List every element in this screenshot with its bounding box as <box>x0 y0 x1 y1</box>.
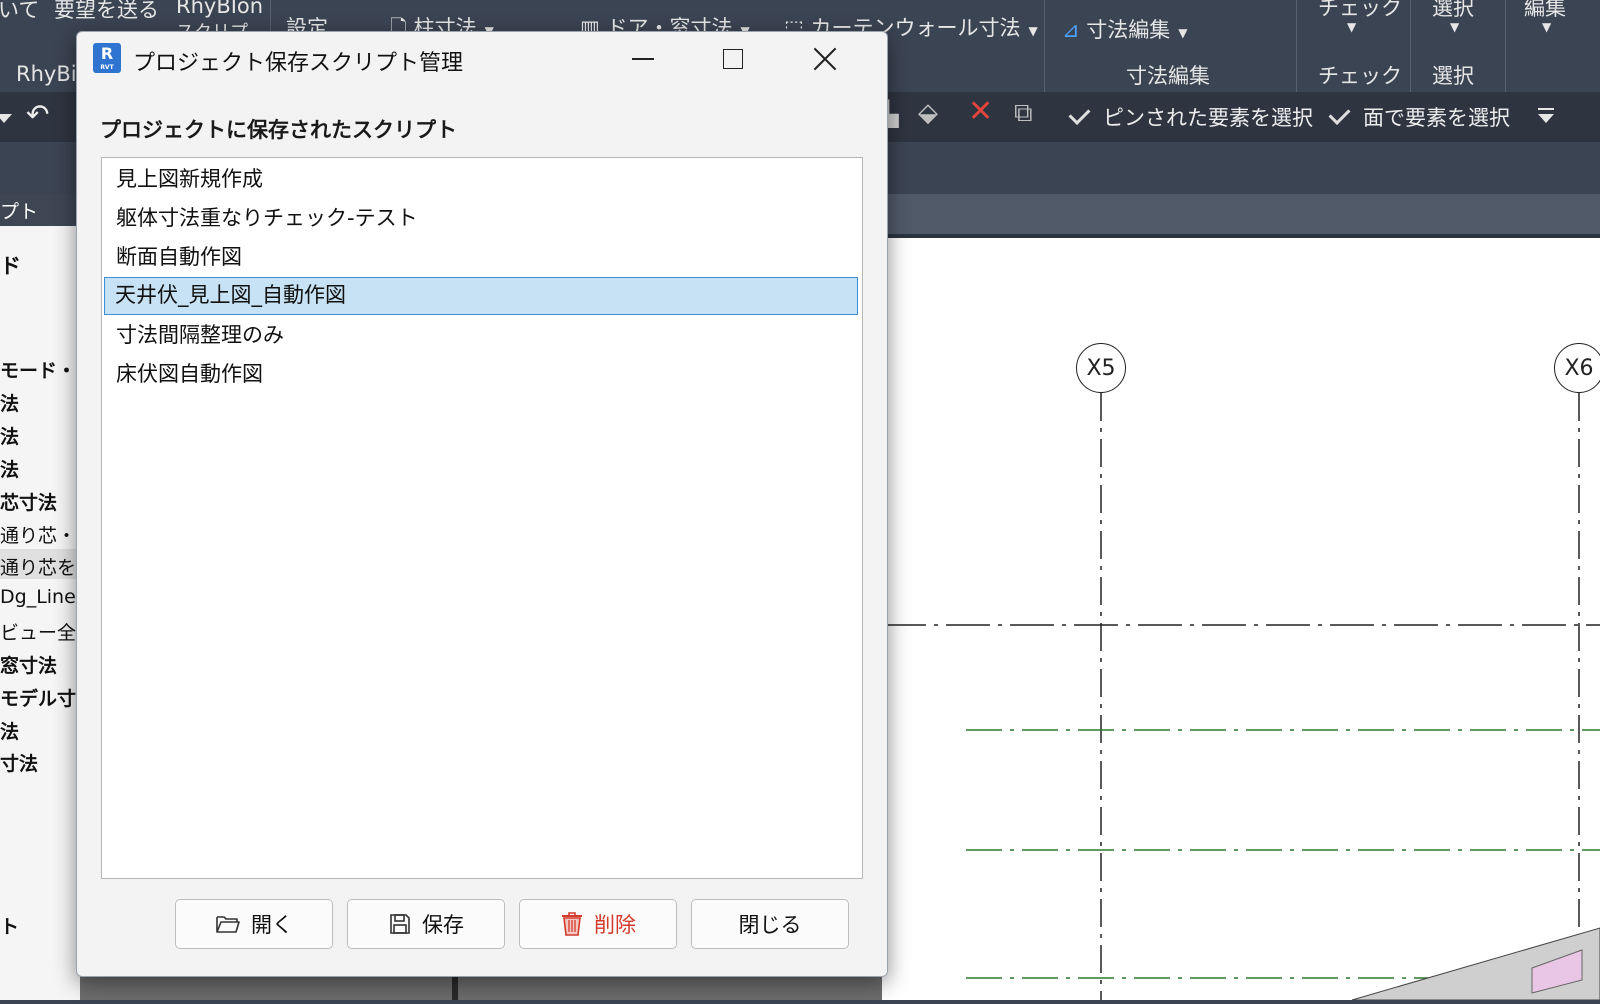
script-manager-dialog: R RVT プロジェクト保存スクリプト管理 プロジェクトに保存されたスクリプト 見… <box>76 31 888 977</box>
open-button[interactable]: 開く <box>175 899 333 949</box>
delete-x-icon[interactable]: ✕ <box>968 94 993 129</box>
grid-bubble-x6[interactable]: X6 <box>1554 343 1600 393</box>
trash-icon <box>560 911 584 937</box>
list-item[interactable]: 寸法間隔整理のみ <box>104 316 858 354</box>
edit-button[interactable]: 編集 <box>1524 0 1566 22</box>
panel-label-dim-edit: 寸法編集 <box>1126 64 1210 88</box>
left-panel-item[interactable]: ト <box>0 912 19 939</box>
select-by-face-toggle[interactable]: 面で要素を選択 <box>1328 102 1510 132</box>
checkmark-icon <box>1068 103 1091 125</box>
dropdown-arrow-icon[interactable] <box>0 114 12 123</box>
chevron-down-icon: ▼ <box>1178 26 1188 40</box>
save-button-label: 保存 <box>422 913 464 937</box>
left-panel-title: プト <box>0 201 39 223</box>
dimension-edit-button[interactable]: ⊿ 寸法編集 ▼ <box>1062 14 1188 44</box>
left-panel-header: プト <box>0 194 80 226</box>
left-panel-item[interactable]: 寸法 <box>0 749 38 776</box>
scripts-list-label: プロジェクトに保存されたスクリプト <box>100 118 457 142</box>
left-panel-item[interactable]: 法 <box>0 455 19 482</box>
left-panel-item[interactable]: 芯寸法 <box>0 488 57 515</box>
left-panel-item[interactable]: ド <box>0 250 21 280</box>
close-button[interactable]: 閉じる <box>691 899 849 949</box>
dialog-titlebar[interactable]: R RVT プロジェクト保存スクリプト管理 <box>77 32 887 86</box>
close-icon <box>813 47 837 71</box>
ribbon-separator <box>1044 0 1045 92</box>
chevron-down-icon: ▼ <box>1542 20 1552 34</box>
close-button-label: 閉じる <box>738 913 802 937</box>
minimize-icon <box>632 58 654 60</box>
left-panel-item[interactable]: 法 <box>0 422 19 449</box>
list-item[interactable]: 床伏図自動作図 <box>104 355 858 393</box>
grid-bubble-x5[interactable]: X5 <box>1076 343 1126 393</box>
ribbon-separator <box>1505 0 1506 92</box>
list-item[interactable]: 断面自動作図 <box>104 238 858 276</box>
list-item-selected[interactable]: 天井伏_見上図_自動作図 <box>104 277 858 315</box>
left-panel-item[interactable]: 法 <box>0 717 19 744</box>
maximize-button[interactable] <box>687 32 779 86</box>
chevron-down-icon: ▼ <box>1028 24 1038 38</box>
left-panel-item[interactable]: 窓寸法 <box>0 651 57 678</box>
folder-icon <box>215 913 241 935</box>
list-item[interactable]: 見上図新規作成 <box>104 160 858 198</box>
dialog-title: プロジェクト保存スクリプト管理 <box>133 51 464 76</box>
maximize-icon <box>723 49 743 69</box>
drawing-canvas[interactable]: X5 X6 <box>882 238 1600 1001</box>
select-button[interactable]: 選択 <box>1432 0 1474 22</box>
undo-icon[interactable]: ↶ <box>26 98 49 131</box>
left-panel-item[interactable]: 法 <box>0 389 19 416</box>
select-pinned-toggle[interactable]: ピンされた要素を選択 <box>1068 102 1313 132</box>
ribbon-separator <box>1296 0 1297 92</box>
view-tab[interactable] <box>882 194 1600 236</box>
chevron-down-icon: ▼ <box>1347 20 1357 34</box>
ribbon-item[interactable]: いて <box>0 0 39 24</box>
revit-app-icon: R RVT <box>93 43 121 73</box>
rhybion-label[interactable]: RhyBIon <box>176 0 263 18</box>
panel-label-select: 選択 <box>1432 64 1474 88</box>
close-window-button[interactable] <box>779 32 871 86</box>
box-icon[interactable]: ⬙ <box>918 98 938 128</box>
panel-label-rhybi: RhyBi <box>16 62 77 86</box>
delete-button-label: 削除 <box>594 913 636 937</box>
save-button[interactable]: 保存 <box>347 899 505 949</box>
panel-label-check: チェック <box>1318 64 1402 88</box>
scripts-listbox[interactable]: 見上図新規作成 躯体寸法重なりチェック-テスト 断面自動作図 天井伏_見上図_自… <box>101 157 863 879</box>
dimension-edit-icon: ⊿ <box>1062 18 1080 42</box>
open-button-label: 開く <box>251 913 293 937</box>
copy-icon[interactable]: ⧉ <box>1014 98 1033 129</box>
minimize-button[interactable] <box>597 32 689 86</box>
drawing-lines <box>882 393 1600 1001</box>
feedback-button[interactable]: 要望を送る <box>54 0 159 24</box>
list-item[interactable]: 躯体寸法重なりチェック-テスト <box>104 199 858 237</box>
floppy-disk-icon <box>388 912 412 936</box>
delete-button[interactable]: 削除 <box>519 899 677 949</box>
customize-bar-icon <box>1538 108 1554 110</box>
left-panel: プト ド モード・設定 法 法 法 芯寸法 通り芯・詳 通り芯を選 Dg_Lin… <box>0 194 114 1000</box>
ribbon-separator <box>1410 0 1411 92</box>
checkmark-icon <box>1328 103 1351 125</box>
check-button[interactable]: チェック <box>1318 0 1402 22</box>
customize-toolbar-icon[interactable] <box>1538 114 1554 123</box>
chevron-down-icon: ▼ <box>1450 20 1460 34</box>
